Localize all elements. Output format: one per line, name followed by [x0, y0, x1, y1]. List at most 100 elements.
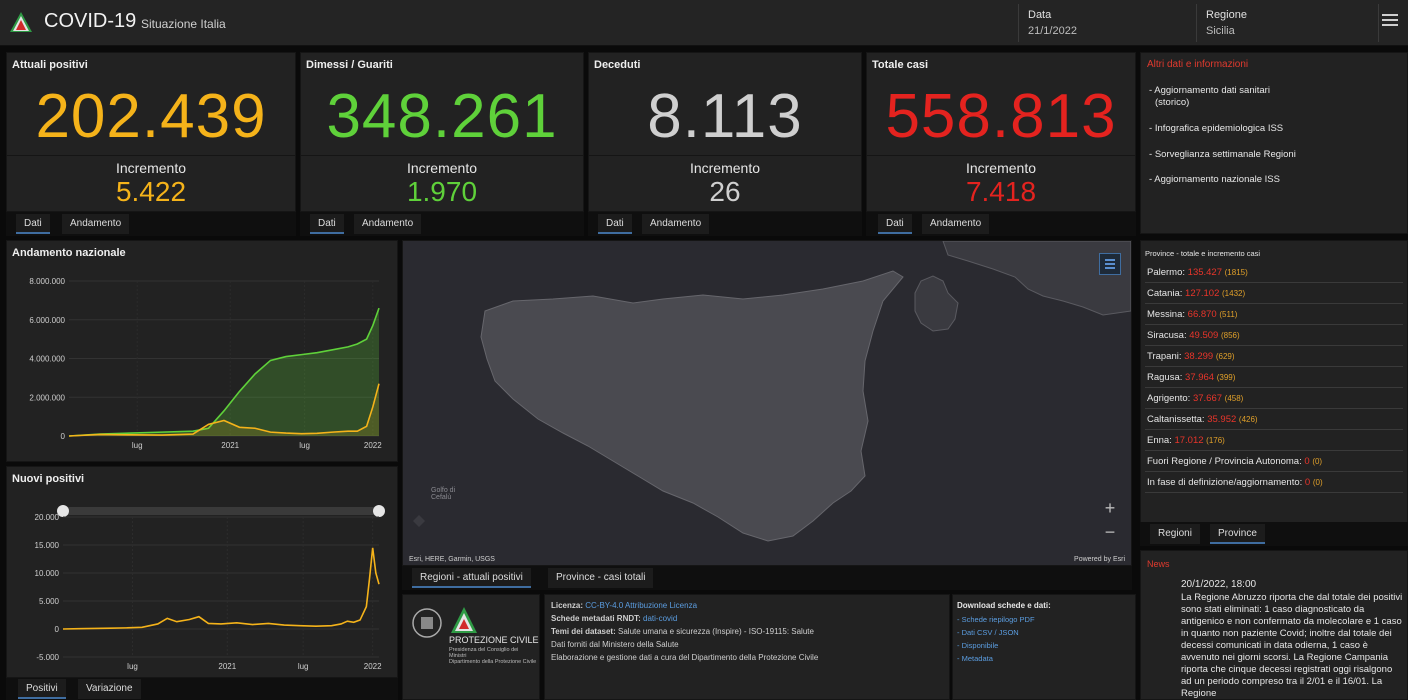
- province-delta: (399): [1216, 373, 1236, 382]
- map-view[interactable]: Golfo di Cefalù + − Esri, HERE, Garmin, …: [402, 240, 1132, 566]
- province-row: Agrigento: 37.667 (458): [1145, 389, 1403, 409]
- region-value[interactable]: Sicilia: [1206, 25, 1235, 37]
- link-sorveglianza[interactable]: - Sorveglianza settimanale Regioni: [1149, 149, 1296, 160]
- series-line: [62, 547, 380, 630]
- sicily-map[interactable]: [403, 240, 1132, 565]
- license-link[interactable]: CC-BY-4.0 Attribuzione Licenza: [585, 601, 697, 610]
- footer-logo-panel: PROTEZIONE CIVILE Presidenza del Consigl…: [402, 594, 540, 700]
- province-value: 66.870: [1187, 309, 1217, 320]
- province-name: Ragusa:: [1147, 372, 1183, 383]
- app-subtitle: Situazione Italia: [141, 17, 226, 31]
- province-value: 37.667: [1192, 393, 1223, 404]
- tab-andamento[interactable]: Andamento: [922, 214, 990, 234]
- kpi-value: 348.261: [326, 82, 558, 151]
- kpi-label: Deceduti: [594, 59, 641, 71]
- tab-dati[interactable]: Dati: [310, 214, 344, 234]
- map-attribution: Esri, HERE, Garmin, USGS: [409, 556, 495, 563]
- x-tick-label: 2021: [221, 441, 239, 450]
- themes-label: Temi dei dataset:: [551, 627, 616, 636]
- link-aggiornamento-iss[interactable]: - Aggiornamento nazionale ISS: [1149, 174, 1280, 185]
- tab-variazione[interactable]: Variazione: [78, 679, 141, 699]
- sea-label: Golfo di Cefalù: [431, 487, 456, 501]
- province-row: Caltanissetta: 35.952 (426): [1145, 410, 1403, 430]
- x-tick-label: lug: [299, 441, 310, 450]
- kpi-label: Totale casi: [872, 59, 929, 71]
- province-row: Catania: 127.102 (1432): [1145, 284, 1403, 304]
- range-slider-handle-right: [373, 505, 385, 517]
- province-name: In fase di definizione/aggiornamento:: [1147, 477, 1303, 488]
- chart-andamento-svg: 0 2.000.000 4.000.000 6.000.000 8.000.000 lug…: [29, 277, 382, 450]
- kpi-deceduti: Deceduti 8.113 Incremento 26 Dati Andamen…: [588, 52, 862, 236]
- menu-icon[interactable]: [1382, 14, 1398, 28]
- y-tick-label: 6.000.000: [29, 316, 65, 325]
- province-name: Caltanissetta:: [1147, 414, 1205, 425]
- org-sub: Presidenza del Consiglio dei Ministri Di…: [449, 647, 537, 665]
- y-tick-label: -5.000: [36, 653, 59, 662]
- island: [413, 515, 425, 527]
- download-metadata-link[interactable]: - Metadata: [957, 654, 993, 663]
- y-tick-label: 0: [55, 625, 60, 634]
- tab-dati[interactable]: Dati: [16, 214, 50, 234]
- news-title: News: [1147, 559, 1170, 569]
- y-tick-label: 10.000: [35, 569, 60, 578]
- themes-value: Salute umana e sicurezza (Inspire) - ISO…: [618, 627, 814, 636]
- download-disponibile-link[interactable]: - Disponibile: [957, 641, 998, 650]
- tab-province[interactable]: Province: [1210, 524, 1265, 544]
- y-tick-label: 0: [61, 432, 66, 441]
- province-delta: (0): [1312, 457, 1323, 466]
- provinces-tabbar: Regioni Province: [1140, 522, 1408, 546]
- tab-dati[interactable]: Dati: [598, 214, 632, 234]
- tab-dati[interactable]: Dati: [878, 214, 912, 234]
- layers-list-icon[interactable]: [1099, 253, 1121, 275]
- kpi-increment-label: Incremento: [965, 160, 1037, 176]
- kpi-totale-casi: Totale casi 558.813 Incremento 7.418 Dat…: [866, 52, 1136, 236]
- tab-positivi[interactable]: Positivi: [18, 679, 66, 699]
- download-csv-link[interactable]: - Dati CSV / JSON: [957, 628, 1019, 637]
- province-value: 0: [1304, 477, 1311, 488]
- link-storico[interactable]: (storico): [1155, 97, 1189, 108]
- kpi-increment-label: Incremento: [115, 160, 187, 176]
- zoom-out-button[interactable]: −: [1099, 521, 1121, 543]
- news-panel: News 20/1/2022, 18:00 La Regione Abruzzo…: [1140, 550, 1408, 700]
- kpi-attuali-positivi: Attuali positivi 202.439 Incremento 5.42…: [6, 52, 296, 236]
- range-slider-track: [63, 507, 379, 515]
- tab-andamento[interactable]: Andamento: [354, 214, 422, 234]
- series-area: [69, 308, 379, 436]
- y-tick-label: 5.000: [39, 597, 60, 606]
- tab-andamento[interactable]: Andamento: [642, 214, 710, 234]
- tab-province-casi-totali[interactable]: Province - casi totali: [548, 568, 654, 588]
- link-infografica-iss[interactable]: - Infografica epidemiologica ISS: [1149, 123, 1283, 134]
- province-row: Siracusa: 49.509 (856): [1145, 326, 1403, 346]
- kpi-increment-value: 5.422: [115, 176, 187, 207]
- meta-link[interactable]: dati-covid: [643, 614, 677, 623]
- kpi-dimessi-guariti: Dimessi / Guariti 348.261 Incremento 1.9…: [300, 52, 584, 236]
- tab-regioni[interactable]: Regioni: [1150, 524, 1200, 544]
- y-tick-label: 20.000: [35, 513, 60, 522]
- x-tick-label: 2022: [364, 662, 382, 671]
- tab-andamento[interactable]: Andamento: [62, 214, 130, 234]
- date-value[interactable]: 21/1/2022: [1028, 25, 1077, 37]
- tab-regioni-attuali-positivi[interactable]: Regioni - attuali positivi: [412, 568, 531, 588]
- province-value: 0: [1304, 456, 1310, 467]
- province-name: Trapani:: [1147, 351, 1182, 362]
- kpi-label: Attuali positivi: [12, 59, 88, 71]
- kpi-value: 8.113: [647, 82, 803, 151]
- chart2-tabbar: Positivi Variazione: [6, 678, 398, 700]
- province-delta: (856): [1220, 331, 1240, 340]
- y-tick-label: 8.000.000: [29, 277, 65, 286]
- province-value: 38.299: [1184, 351, 1214, 362]
- zoom-in-button[interactable]: +: [1099, 497, 1121, 519]
- province-value: 135.427: [1187, 267, 1222, 278]
- downloads-title: Download schede e dati:: [957, 601, 1051, 610]
- link-aggiornamento-dati[interactable]: - Aggiornamento dati sanitari: [1149, 85, 1270, 96]
- app-header: COVID-19 Situazione Italia Data 21/1/202…: [0, 0, 1408, 46]
- province-row: Messina: 66.870 (511): [1145, 305, 1403, 325]
- elaboration-text: Elaborazione e gestione dati a cura del …: [551, 653, 819, 662]
- chart-nuovi-svg: -5.000 0 5.000 10.000 15.000 20.000 lug 2021 lug…: [35, 505, 385, 671]
- y-tick-label: 15.000: [35, 541, 60, 550]
- y-tick-label: 2.000.000: [29, 393, 65, 402]
- province-row: Palermo: 135.427 (1815): [1145, 263, 1403, 283]
- download-pdf-link[interactable]: - Schede riepilogo PDF: [957, 615, 1035, 624]
- province-delta: (629): [1215, 352, 1235, 361]
- org-name: PROTEZIONE CIVILE: [449, 635, 539, 645]
